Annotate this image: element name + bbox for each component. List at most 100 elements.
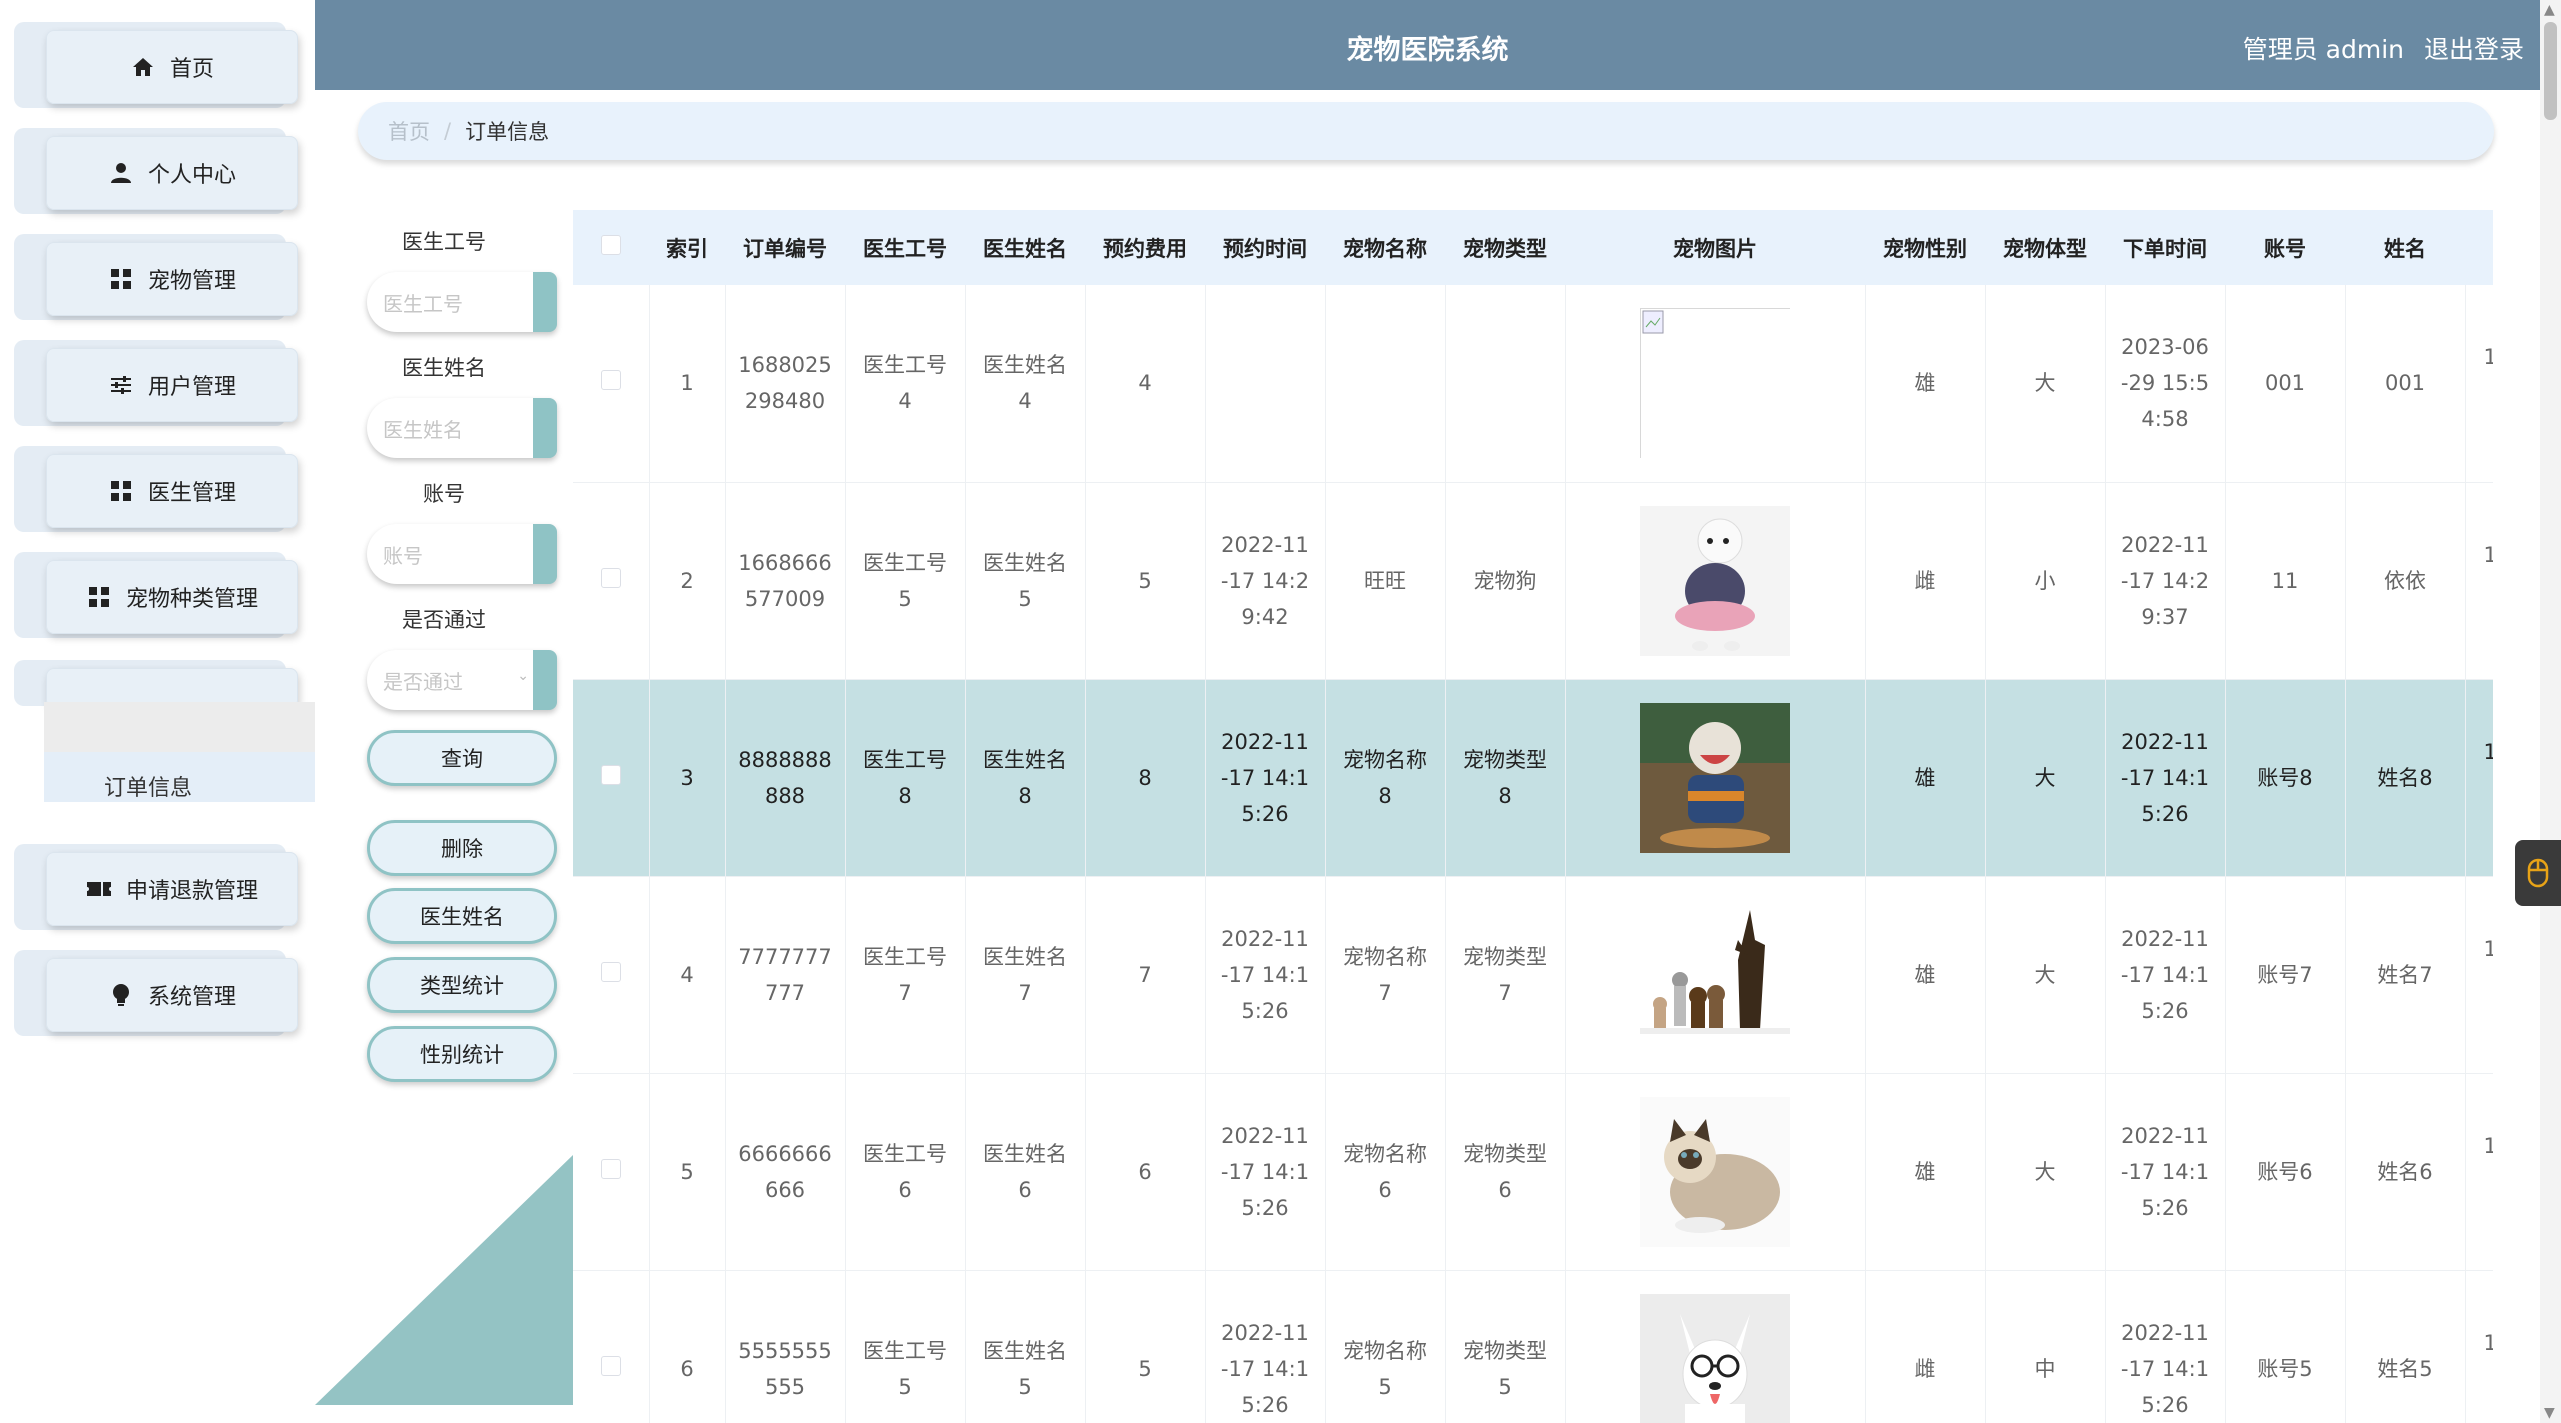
pet-image[interactable] — [1640, 308, 1791, 460]
scroll-thumb[interactable] — [2544, 22, 2557, 120]
table-row[interactable]: 5 6666666666 医生工号6 医生姓名6 6 2022-11-17 14:15:2… — [573, 1073, 2493, 1271]
gender-stats-button[interactable]: 性别统计 — [367, 1026, 557, 1082]
sidebar-item-label: 个人中心 — [147, 163, 236, 188]
grid-icon — [86, 584, 112, 610]
row-select-cell[interactable] — [573, 285, 650, 483]
sidebar-pet-management-button[interactable]: 宠物管理 — [46, 242, 298, 316]
pet-image[interactable] — [1640, 505, 1790, 656]
breadcrumb-home[interactable]: 首页 — [388, 116, 430, 146]
sidebar-item-doctor-management[interactable]: 医生管理 — [14, 446, 298, 532]
user-icon — [108, 160, 134, 186]
decorative-triangle — [315, 1155, 573, 1405]
account-cell: 001 — [2225, 285, 2346, 483]
pet-image-cell — [1565, 1270, 1866, 1423]
doctor-name-button[interactable]: 医生姓名 — [367, 888, 557, 944]
order-no-cell: 8888888888 — [725, 679, 846, 877]
sidebar-profile-button[interactable]: 个人中心 — [46, 136, 298, 210]
table-row[interactable]: 6 5555555555 医生工号5 医生姓名5 5 2022-11-17 14:15:2… — [573, 1270, 2493, 1423]
sidebar-item-user-management[interactable]: 用户管理 — [14, 340, 298, 426]
col-header: 宠物体型 — [2003, 236, 2087, 261]
pet-image[interactable] — [1640, 1293, 1790, 1423]
pet-gender-cell: 雄 — [1865, 679, 1986, 877]
doctor-id-cell: 医生工号5 — [845, 1270, 966, 1423]
sidebar-home-button[interactable]: 首页 — [46, 30, 298, 104]
index-cell: 6 — [649, 1270, 726, 1423]
table-row[interactable]: 3 8888888888 医生工号8 医生姓名8 8 2022-11-17 14:15:2… — [573, 679, 2493, 877]
select-all-cell[interactable] — [573, 210, 649, 285]
row-select-cell[interactable] — [573, 1073, 650, 1271]
account-input[interactable]: 账号 — [367, 524, 557, 584]
account-cell: 11 — [2225, 482, 2346, 680]
account-cell: 账号7 — [2225, 876, 2346, 1074]
home-icon — [130, 54, 156, 80]
doctor-name-placeholder: 医生姓名 — [383, 417, 463, 442]
pet-image[interactable] — [1640, 899, 1790, 1050]
row-checkbox[interactable] — [600, 1355, 621, 1376]
row-checkbox[interactable] — [600, 764, 621, 785]
name-cell: 姓名6 — [2345, 1073, 2466, 1271]
mouse-icon — [2527, 858, 2549, 888]
row-select-cell[interactable] — [573, 1270, 650, 1423]
type-stats-button[interactable]: 类型统计 — [367, 957, 557, 1013]
sidebar-doctor-management-button[interactable]: 医生管理 — [46, 454, 298, 528]
sidebar-refund-button[interactable]: 申请退款管理 — [46, 852, 298, 926]
page-scrollbar[interactable]: ▲ ▼ — [2540, 0, 2561, 1423]
pet-size-cell: 大 — [1985, 876, 2106, 1074]
sidebar-item-profile[interactable]: 个人中心 — [14, 128, 298, 214]
account-cell: 账号6 — [2225, 1073, 2346, 1271]
user-area: 管理员 admin 退出登录 — [2243, 30, 2524, 66]
scroll-up-arrow-icon[interactable]: ▲ — [2544, 2, 2555, 18]
doctor-id-label: 医生工号 — [402, 230, 486, 254]
order-time-cell: 2022-11-17 14:29:37 — [2105, 482, 2226, 680]
sidebar-system-button[interactable]: 系统管理 — [46, 958, 298, 1032]
col-header: 医生工号 — [863, 236, 947, 261]
index-cell: 4 — [649, 876, 726, 1074]
submenu-item-order-info[interactable]: 订单信息 — [104, 770, 192, 802]
order-no-cell: 6666666666 — [725, 1073, 846, 1271]
row-checkbox[interactable] — [600, 1158, 621, 1179]
row-select-cell[interactable] — [573, 482, 650, 680]
select-all-checkbox[interactable] — [601, 235, 621, 255]
table-row[interactable]: 4 7777777777 医生工号7 医生姓名7 7 2022-11-17 14:15:2… — [573, 876, 2493, 1074]
app-title: 宠物医院系统 — [1346, 35, 1509, 66]
query-button[interactable]: 查询 — [367, 730, 557, 786]
sidebar-item-home[interactable]: 首页 — [14, 22, 298, 108]
col-header-extra — [2465, 210, 2493, 285]
row-checkbox[interactable] — [600, 567, 621, 588]
name-cell: 姓名5 — [2345, 1270, 2466, 1423]
sidebar-item-pet-species-management[interactable]: 宠物种类管理 — [14, 552, 298, 638]
sidebar-pet-species-button[interactable]: 宠物种类管理 — [46, 560, 298, 634]
row-checkbox[interactable] — [600, 961, 621, 982]
sidebar-item-label: 系统管理 — [147, 985, 236, 1010]
col-header: 下单时间 — [2123, 236, 2207, 261]
sidebar-item-refund-management[interactable]: 申请退款管理 — [14, 844, 298, 930]
scroll-down-arrow-icon[interactable]: ▼ — [2544, 1405, 2555, 1421]
row-checkbox[interactable] — [600, 370, 621, 391]
name-cell: 001 — [2345, 285, 2466, 483]
table-row[interactable]: 2 1668666577009 医生工号5 医生姓名5 5 2022-11-17 14:2… — [573, 482, 2493, 680]
pet-image-cell — [1565, 285, 1866, 483]
floating-tool-button[interactable] — [2515, 840, 2561, 906]
appoint-time-cell: 2022-11-17 14:15:26 — [1205, 1073, 1326, 1271]
sidebar-item-pet-management[interactable]: 宠物管理 — [14, 234, 298, 320]
pet-image[interactable] — [1640, 702, 1790, 853]
logout-link[interactable]: 退出登录 — [2424, 30, 2524, 66]
pet-name-cell: 旺旺 — [1325, 482, 1446, 680]
sidebar-item-system-management[interactable]: 系统管理 — [14, 950, 298, 1036]
pet-image[interactable] — [1640, 1096, 1790, 1247]
pet-size-cell: 大 — [1985, 285, 2106, 483]
table-row[interactable]: 1 1688025298480 医生工号4 医生姓名4 4 雄大 2023-06-29 15… — [573, 285, 2493, 483]
doctor-id-input[interactable]: 医生工号 — [367, 272, 557, 332]
row-select-cell[interactable] — [573, 679, 650, 877]
row-select-cell[interactable] — [573, 876, 650, 1074]
pet-type-cell: 宠物类型7 — [1445, 876, 1566, 1074]
grid-icon — [108, 478, 134, 504]
sidebar-user-management-button[interactable]: 用户管理 — [46, 348, 298, 422]
delete-button[interactable]: 删除 — [367, 820, 557, 876]
pet-image-cell — [1565, 1073, 1866, 1271]
approved-select[interactable]: 是否通过 ⌄ — [367, 650, 557, 710]
pet-size-cell: 小 — [1985, 482, 2106, 680]
doctor-name-input[interactable]: 医生姓名 — [367, 398, 557, 458]
sidebar-item-order-management[interactable] — [14, 660, 298, 708]
extra-cell: 1 — [2465, 1073, 2493, 1271]
